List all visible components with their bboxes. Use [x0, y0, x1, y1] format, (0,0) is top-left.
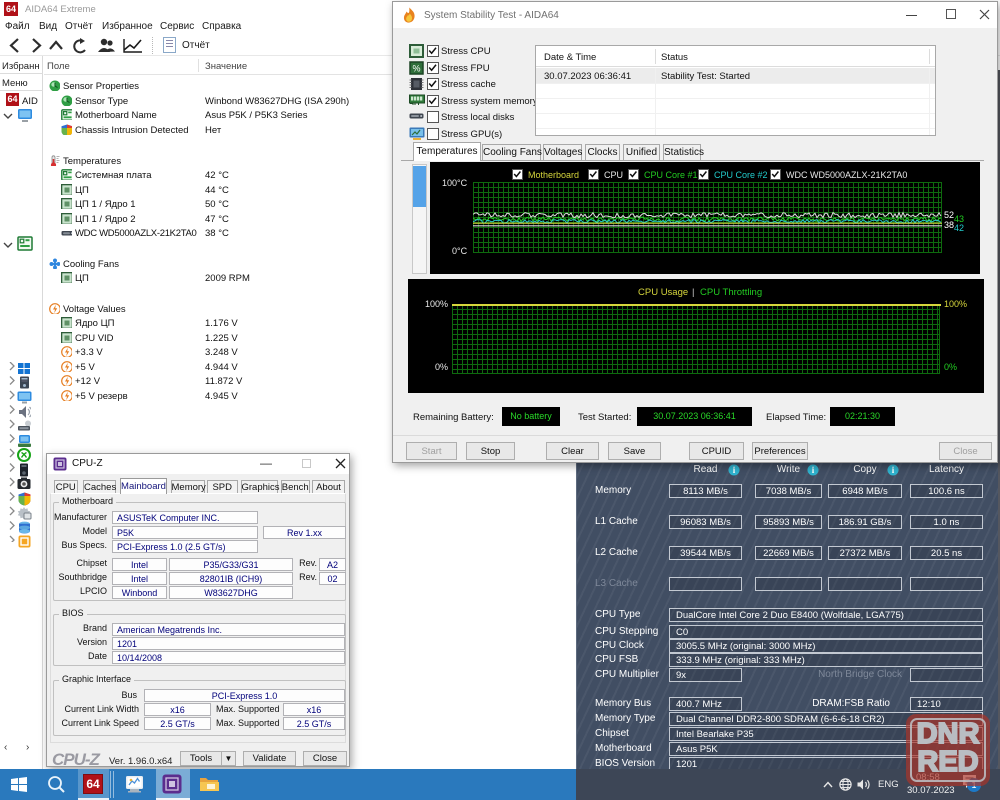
svg-text:%: %: [412, 63, 420, 73]
